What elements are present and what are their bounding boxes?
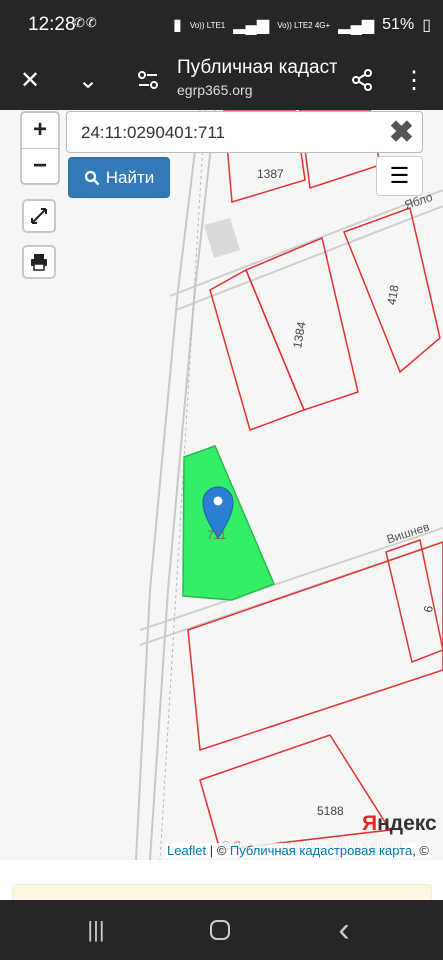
parcel-label: 1387 bbox=[257, 167, 284, 181]
printer-icon bbox=[31, 254, 47, 271]
zoom-out-button[interactable]: − bbox=[22, 149, 58, 184]
clock: 12:28 bbox=[28, 14, 76, 35]
battery-level: 51% bbox=[382, 16, 415, 33]
hamburger-icon: ☰ bbox=[389, 163, 410, 188]
building bbox=[204, 218, 240, 258]
yandex-logo: Яндекс bbox=[362, 812, 437, 835]
expand-icon bbox=[31, 208, 47, 224]
share-icon[interactable] bbox=[342, 60, 382, 100]
search-box: ✖ bbox=[66, 111, 423, 153]
battery-icon: ▯ bbox=[422, 17, 431, 34]
home-icon bbox=[210, 920, 230, 940]
clear-search-icon[interactable]: ✖ bbox=[389, 115, 414, 150]
network-1-label: Vo)) LTE1 bbox=[189, 20, 226, 30]
parcel-label: 711 bbox=[207, 528, 227, 542]
cadastral-map-link[interactable]: Публичная кадастровая карта bbox=[230, 843, 412, 858]
parcel[interactable] bbox=[209, 268, 305, 431]
chevron-down-icon[interactable]: ⌄ bbox=[68, 60, 108, 100]
status-icons: ▮ Vo)) LTE1 ▂▄▆ Vo)) LTE2 4G+ ▂▄▆ 51% ▯ bbox=[173, 15, 431, 35]
back-button[interactable]: ‹ bbox=[324, 911, 364, 949]
map-view[interactable]: 1387 418 1384 711 5188 Ябло Вишнев 6 + −… bbox=[0, 110, 443, 860]
parcel-label: 5188 bbox=[317, 804, 344, 818]
zoom-in-button[interactable]: + bbox=[22, 113, 58, 149]
network-2-label: Vo)) LTE2 4G+ bbox=[277, 20, 331, 30]
close-icon[interactable]: ✕ bbox=[10, 60, 50, 100]
recent-apps-button[interactable]: ||| bbox=[76, 916, 116, 944]
selected-parcel-711[interactable] bbox=[182, 445, 275, 601]
zoom-control: + − bbox=[20, 111, 60, 185]
sim-icon: ▮ bbox=[173, 17, 182, 34]
viber-notification-icon: ✆✆ bbox=[74, 15, 98, 30]
map-canvas bbox=[135, 110, 443, 860]
status-bar: 12:28 ✆✆ ▮ Vo)) LTE1 ▂▄▆ Vo)) LTE2 4G+ ▂… bbox=[0, 0, 443, 52]
site-settings-icon[interactable] bbox=[128, 60, 168, 100]
menu-button[interactable]: ☰ bbox=[376, 156, 423, 196]
search-icon bbox=[84, 170, 100, 185]
find-button[interactable]: Найти bbox=[68, 157, 170, 198]
map-attribution: Leaflet | © Публичная кадастровая карта,… bbox=[165, 843, 431, 858]
signal-2-icon: ▂▄▆ bbox=[338, 17, 375, 34]
page-title: Публичная кадастровая карта bbox=[177, 57, 337, 78]
print-button[interactable] bbox=[22, 245, 56, 279]
road-edge bbox=[175, 205, 443, 311]
system-nav-bar: ||| ‹ bbox=[0, 900, 443, 960]
browser-toolbar: ✕ ⌄ Публичная кадастровая карта egrp365.… bbox=[0, 52, 443, 110]
cadastral-search-input[interactable] bbox=[79, 122, 383, 144]
leaflet-link[interactable]: Leaflet bbox=[167, 843, 206, 858]
signal-icon: ▂▄▆ bbox=[233, 17, 270, 34]
more-options-icon[interactable]: ⋮ bbox=[394, 60, 434, 100]
page-below-map bbox=[0, 860, 443, 916]
find-button-label: Найти bbox=[105, 167, 155, 187]
fullscreen-button[interactable] bbox=[22, 199, 56, 233]
home-button[interactable] bbox=[200, 916, 240, 944]
page-url: egrp365.org bbox=[177, 82, 253, 98]
